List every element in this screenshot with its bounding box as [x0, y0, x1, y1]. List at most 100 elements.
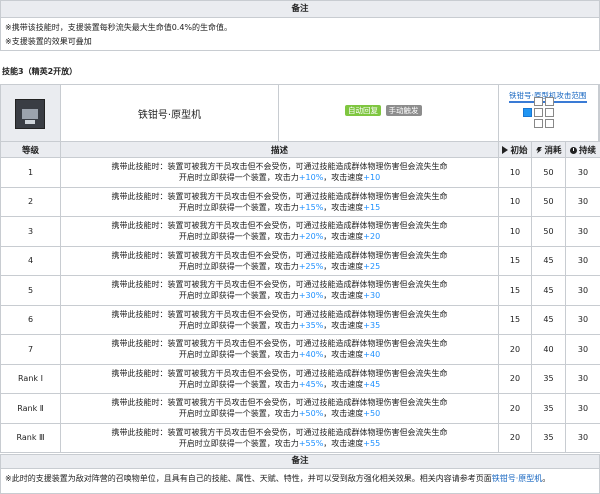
speed-bonus: +30: [363, 291, 381, 301]
speed-bonus: +50: [363, 409, 381, 419]
speed-bonus: +10: [363, 173, 381, 183]
row-level: 4: [0, 245, 61, 276]
atk-bonus: +55%: [298, 438, 324, 448]
table-row: 4 携带此技能时：装置可被我方干员攻击但不会受伤，可通过技能造成群体物理伤害但会流…: [0, 245, 600, 276]
speed-bonus: +25: [363, 261, 381, 271]
row-initial: 20: [498, 393, 532, 424]
row-level: 7: [0, 334, 61, 365]
notes-footer-header: 备注: [0, 454, 600, 469]
table-row: 7 携带此技能时：装置可被我方干员攻击但不会受伤，可通过技能造成群体物理伤害但会流…: [0, 334, 600, 365]
row-cost: 35: [531, 363, 566, 394]
row-initial: 15: [498, 245, 532, 276]
row-cost: 35: [531, 422, 566, 453]
row-level: Rank Ⅰ: [0, 363, 61, 394]
row-level: 6: [0, 304, 61, 335]
col-cost: 消耗: [531, 141, 566, 158]
row-description: 携带此技能时：装置可被我方干员攻击但不会受伤，可通过技能造成群体物理伤害但会流失…: [60, 245, 499, 276]
row-description: 携带此技能时：装置可被我方干员攻击但不会受伤，可通过技能造成群体物理伤害但会流失…: [60, 422, 499, 453]
table-row: Rank Ⅲ 携带此技能时：装置可被我方干员攻击但不会受伤，可通过技能造成群体物理…: [0, 422, 600, 453]
row-cost: 50: [531, 216, 566, 247]
atk-bonus: +50%: [298, 409, 324, 419]
speed-bonus: +35: [363, 320, 381, 330]
speed-bonus: +20: [363, 232, 381, 242]
row-description: 携带此技能时：装置可被我方干员攻击但不会受伤，可通过技能造成群体物理伤害但会流失…: [60, 393, 499, 424]
row-duration: 30: [565, 393, 600, 424]
row-duration: 30: [565, 304, 600, 335]
table-row: Rank Ⅱ 携带此技能时：装置可被我方干员攻击但不会受伤，可通过技能造成群体物理…: [0, 393, 600, 424]
skill-level-table: 等级 描述 初始 消耗 持续 1 携带此技能时：装置可被我方干员攻击但不会受伤，可…: [0, 141, 600, 453]
row-level: 2: [0, 186, 61, 217]
row-duration: 30: [565, 275, 600, 306]
row-duration: 30: [565, 422, 600, 453]
row-duration: 30: [565, 157, 600, 188]
row-duration: 30: [565, 186, 600, 217]
skill-title: 技能3（精英2开放）: [2, 67, 78, 76]
row-initial: 10: [498, 157, 532, 188]
range-tile: [534, 97, 543, 106]
notes-block: ※携带该技能时，支援装置每秒流失最大生命值0.4%的生命值。 ※支援装置的效果可…: [0, 18, 600, 50]
atk-bonus: +25%: [298, 261, 324, 271]
row-description: 携带此技能时：装置可被我方干员攻击但不会受伤，可通过技能造成群体物理伤害但会流失…: [60, 216, 499, 247]
notes-header: 备注: [0, 0, 600, 18]
skill-name: 铁钳号·原型机: [61, 85, 279, 141]
row-duration: 30: [565, 216, 600, 247]
table-row: 3 携带此技能时：装置可被我方干员攻击但不会受伤，可通过技能造成群体物理伤害但会流…: [0, 216, 600, 247]
row-cost: 35: [531, 393, 566, 424]
row-cost: 50: [531, 186, 566, 217]
atk-bonus: +35%: [298, 320, 324, 330]
row-cost: 50: [531, 157, 566, 188]
col-desc: 描述: [60, 141, 499, 158]
range-self-tile: [523, 108, 532, 117]
row-description: 携带此技能时：装置可被我方干员攻击但不会受伤，可通过技能造成群体物理伤害但会流失…: [60, 304, 499, 335]
table-row: Rank Ⅰ 携带此技能时：装置可被我方干员攻击但不会受伤，可通过技能造成群体物理…: [0, 363, 600, 394]
row-cost: 45: [531, 245, 566, 276]
speed-bonus: +45: [363, 379, 381, 389]
tag-manual-trigger: 手动触发: [385, 105, 422, 116]
range-tile: [534, 119, 543, 128]
atk-bonus: +10%: [298, 173, 324, 183]
row-level: 1: [0, 157, 61, 188]
skill-icon-cell: [1, 85, 61, 141]
row-description: 携带此技能时：装置可被我方干员攻击但不会受伤，可通过技能造成群体物理伤害但会流失…: [60, 334, 499, 365]
device-page-link[interactable]: 铁钳号·原型机: [492, 474, 543, 483]
attack-range: 铁钳号·原型机攻击范围: [499, 85, 599, 141]
skill-header: 铁钳号·原型机 自动回复 手动触发 铁钳号·原型机攻击范围: [0, 84, 600, 142]
row-initial: 20: [498, 363, 532, 394]
note-line-1: ※携带该技能时，支援装置每秒流失最大生命值0.4%的生命值。: [5, 23, 233, 32]
atk-bonus: +30%: [298, 291, 324, 301]
tag-auto-recovery: 自动回复: [345, 105, 381, 116]
row-cost: 45: [531, 304, 566, 335]
range-tile: [534, 108, 543, 117]
speed-bonus: +55: [363, 438, 381, 448]
row-cost: 45: [531, 275, 566, 306]
lightning-icon: [536, 146, 543, 154]
atk-bonus: +15%: [298, 202, 324, 212]
atk-bonus: +20%: [298, 232, 324, 242]
row-level: 3: [0, 216, 61, 247]
atk-bonus: +40%: [298, 350, 324, 360]
divider: [0, 50, 600, 51]
range-tile: [545, 119, 554, 128]
table-header-row: 等级 描述 初始 消耗 持续: [0, 141, 600, 158]
table-row: 6 携带此技能时：装置可被我方干员攻击但不会受伤，可通过技能造成群体物理伤害但会流…: [0, 304, 600, 335]
row-description: 携带此技能时：装置可被我方干员攻击但不会受伤，可通过技能造成群体物理伤害但会流失…: [60, 363, 499, 394]
col-level: 等级: [0, 141, 61, 158]
row-initial: 15: [498, 275, 532, 306]
atk-bonus: +45%: [298, 379, 324, 389]
table-row: 2 携带此技能时：装置可被我方干员攻击但不会受伤，可通过技能造成群体物理伤害但会流…: [0, 186, 600, 217]
note-line-2: ※支援装置的效果可叠加: [5, 37, 92, 46]
table-row: 5 携带此技能时：装置可被我方干员攻击但不会受伤，可通过技能造成群体物理伤害但会流…: [0, 275, 600, 306]
row-description: 携带此技能时：装置可被我方干员攻击但不会受伤，可通过技能造成群体物理伤害但会流失…: [60, 275, 499, 306]
row-initial: 10: [498, 216, 532, 247]
range-tile: [545, 108, 554, 117]
table-row: 1 携带此技能时：装置可被我方干员攻击但不会受伤，可通过技能造成群体物理伤害但会流…: [0, 157, 600, 188]
row-duration: 30: [565, 334, 600, 365]
clock-icon: [569, 146, 577, 154]
speed-bonus: +40: [363, 350, 381, 360]
speed-bonus: +15: [363, 202, 381, 212]
skill-tags: 自动回复 手动触发: [279, 85, 499, 141]
row-description: 携带此技能时：装置可被我方干员攻击但不会受伤，可通过技能造成群体物理伤害但会流失…: [60, 157, 499, 188]
col-initial: 初始: [498, 141, 532, 158]
row-initial: 20: [498, 422, 532, 453]
row-initial: 20: [498, 334, 532, 365]
